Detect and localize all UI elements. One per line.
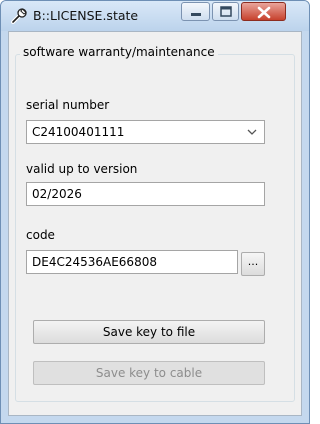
dialog-body: software warranty/maintenance serial num… xyxy=(8,31,302,416)
close-icon xyxy=(257,6,271,19)
chevron-down-icon xyxy=(247,129,257,135)
save-key-to-cable-button[interactable]: Save key to cable xyxy=(33,361,265,385)
valid-version-value: 02/2026 xyxy=(32,187,82,201)
save-key-to-file-button[interactable]: Save key to file xyxy=(33,320,265,344)
serial-number-select[interactable]: C24100401111 xyxy=(26,120,265,144)
serial-number-value: C24100401111 xyxy=(32,125,125,139)
valid-version-field[interactable]: 02/2026 xyxy=(26,182,265,206)
code-label: code xyxy=(26,228,55,242)
code-field[interactable]: DE4C24536AE66808 xyxy=(26,250,238,274)
serial-number-label: serial number xyxy=(26,98,110,112)
minimize-button[interactable] xyxy=(181,2,210,21)
maximize-button[interactable] xyxy=(212,2,239,21)
code-value: DE4C24536AE66808 xyxy=(32,255,157,269)
window-title: B::LICENSE.state xyxy=(33,8,139,23)
group-title: software warranty/maintenance xyxy=(20,45,218,59)
valid-version-label: valid up to version xyxy=(26,162,138,176)
license-window: B::LICENSE.state software warranty/maint… xyxy=(0,0,310,424)
close-button[interactable] xyxy=(241,2,286,21)
wrench-icon xyxy=(10,7,28,25)
browse-button[interactable]: ... xyxy=(241,252,265,276)
maximize-icon xyxy=(220,6,232,17)
minimize-icon xyxy=(191,13,201,16)
title-bar[interactable]: B::LICENSE.state xyxy=(1,1,309,31)
